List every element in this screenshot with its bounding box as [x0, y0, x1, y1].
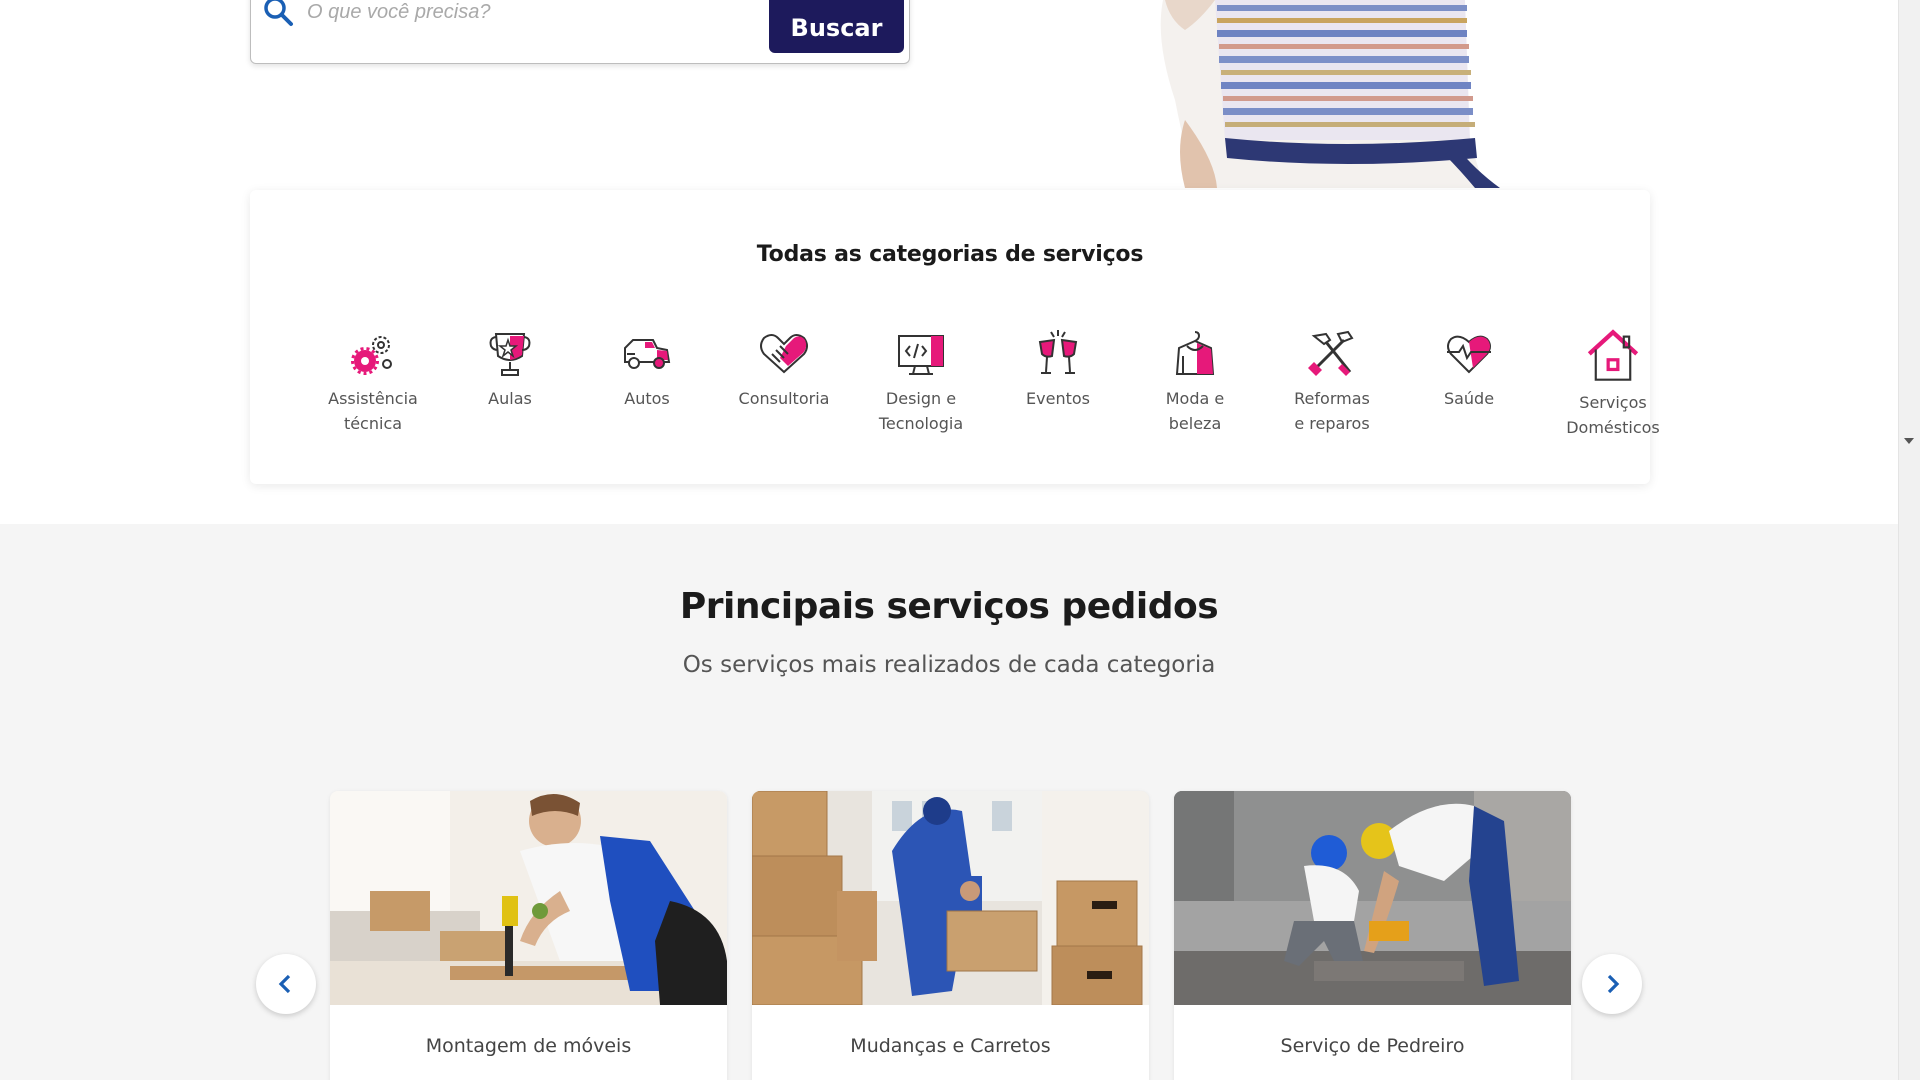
chevron-left-icon — [278, 974, 291, 994]
car-icon — [624, 339, 671, 369]
carousel-next-button[interactable] — [1582, 954, 1642, 1014]
category-design-tecnologia[interactable]: Design e Tecnologia — [856, 328, 986, 436]
popular-services-title: Principais serviços pedidos — [679, 586, 1219, 627]
service-card-pedreiro[interactable]: Serviço de Pedreiro — [1174, 791, 1571, 1080]
category-label: Saúde — [1443, 389, 1495, 408]
category-label: Eventos — [1026, 389, 1090, 408]
category-label: Autos — [624, 389, 670, 408]
furniture-assembly-photo — [330, 791, 727, 1005]
category-label: Reformas e reparos — [1294, 389, 1370, 433]
hero-person-photo — [1155, 0, 1510, 188]
trophy-icon — [489, 333, 531, 376]
category-saude[interactable]: Saúde — [1404, 328, 1534, 411]
category-autos[interactable]: Autos — [582, 328, 712, 411]
bricklayers-photo — [1174, 791, 1571, 1005]
carousel-prev-button[interactable] — [256, 954, 316, 1014]
service-card-montagem[interactable]: Montagem de móveis — [330, 791, 727, 1080]
popular-services-section: Principais serviços pedidos Os serviços … — [0, 524, 1898, 1080]
category-moda-beleza[interactable]: Moda e beleza — [1130, 328, 1260, 436]
search-box: Buscar — [250, 0, 910, 64]
category-eventos[interactable]: Eventos — [993, 328, 1123, 411]
categories-title: Todas as categorias de serviços — [756, 242, 1144, 267]
monitor-code-icon — [898, 335, 944, 375]
search-input[interactable] — [307, 0, 707, 26]
category-consultoria[interactable]: Consultoria — [719, 328, 849, 411]
category-label: Serviços Domésticos — [1566, 393, 1660, 437]
service-card-label: Serviço de Pedreiro — [1280, 1035, 1465, 1057]
search-button[interactable]: Buscar — [769, 0, 904, 53]
handshake-icon — [760, 334, 808, 374]
category-label: Design e Tecnologia — [878, 389, 964, 433]
hammer-screwdriver-icon — [1308, 330, 1354, 376]
category-label: Moda e beleza — [1165, 389, 1225, 433]
category-aulas[interactable]: Aulas — [445, 328, 575, 411]
category-label: Assistência técnica — [328, 389, 418, 433]
champagne-glasses-icon — [1038, 330, 1078, 374]
search-icon — [264, 0, 293, 26]
house-icon — [1587, 329, 1639, 381]
clothes-hanger-icon — [1175, 331, 1215, 375]
category-label: Aulas — [488, 389, 532, 408]
vertical-scrollbar[interactable] — [1898, 0, 1920, 1080]
category-reformas-reparos[interactable]: Reformas e reparos — [1267, 328, 1397, 436]
service-card-label: Mudanças e Carretos — [850, 1035, 1051, 1057]
service-card-mudancas[interactable]: Mudanças e Carretos — [752, 791, 1149, 1080]
moving-boxes-photo — [752, 791, 1149, 1005]
category-assistencia-tecnica[interactable]: Assistência técnica — [308, 328, 438, 436]
service-card-label: Montagem de móveis — [425, 1035, 632, 1057]
categories-card: Todas as categorias de serviços Assistên… — [250, 190, 1660, 484]
popular-services-subtitle: Os serviços mais realizados de cada cate… — [682, 652, 1216, 678]
category-servicos-domesticos[interactable]: Serviços Domésticos — [1548, 328, 1678, 440]
chevron-right-icon — [1607, 974, 1620, 994]
heart-pulse-icon — [1447, 335, 1491, 374]
gears-icon — [351, 336, 392, 375]
scroll-down-icon[interactable] — [1904, 438, 1914, 444]
category-label: Consultoria — [738, 389, 830, 408]
